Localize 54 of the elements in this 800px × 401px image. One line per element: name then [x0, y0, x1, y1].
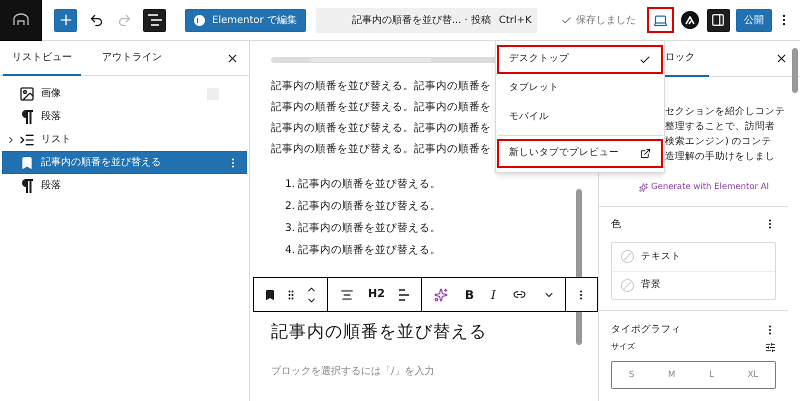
list-view-item[interactable]: 段落	[2, 174, 247, 197]
description-line: セクションを紹介しコンテ	[665, 105, 786, 118]
list-view-item[interactable]: 画像	[2, 82, 247, 105]
color-option[interactable]: テキスト	[641, 250, 681, 264]
italic-button[interactable]: I	[491, 286, 496, 304]
size-option[interactable]: M	[668, 368, 676, 382]
paragraph-text: 記事内の順番を並び替える。記事内の順番を	[271, 100, 491, 115]
list-view-item[interactable]: 段落	[2, 105, 247, 128]
description-line: 整理することで、訪問者	[665, 120, 776, 133]
paragraph-text: 記事内の順番を並び替える。記事内の順番を	[271, 142, 491, 157]
size-option[interactable]: XL	[748, 368, 758, 382]
item-label: 記事内の順番を並び替える	[41, 156, 161, 170]
color-option[interactable]: 背景	[641, 278, 661, 292]
menu-item[interactable]: 新しいタブでプレビュー	[497, 139, 663, 168]
save-status: 保存しました	[576, 14, 636, 28]
heading-text: 記事内の順番を並び替える	[271, 321, 487, 344]
list-number: 4.	[285, 243, 296, 258]
command-bar[interactable]: 記事内の順番を並び替... · 投稿 Ctrl+K	[316, 8, 537, 32]
item-label: 段落	[41, 110, 61, 124]
size-selector[interactable]: S M L XL	[611, 361, 776, 389]
list-item-text: 記事内の順番を並び替える。	[298, 243, 442, 258]
list-item-text: 記事内の順番を並び替える。	[298, 199, 442, 214]
shortcut-hint: Ctrl+K	[498, 14, 532, 28]
size-option[interactable]: S	[628, 368, 634, 382]
menu-item[interactable]: タブレット	[497, 74, 663, 103]
heading-level-button[interactable]: H2	[368, 286, 385, 303]
list-number: 2.	[285, 199, 296, 214]
list-view-item[interactable]: 記事内の順番を並び替える	[2, 151, 247, 174]
item-label: リスト	[41, 133, 71, 147]
description-line: 検索エンジン) のコンテ	[665, 135, 773, 148]
section-title: 色	[611, 218, 621, 232]
size-label: サイズ	[611, 341, 635, 353]
list-number: 3.	[285, 221, 296, 236]
ai-generate-link[interactable]: Generate with Elementor AI	[651, 181, 770, 194]
menu-item[interactable]: モバイル	[497, 103, 663, 132]
description-line: 造理解の手助けをしまし	[665, 150, 776, 163]
panel-tab[interactable]: アウトライン	[93, 40, 171, 76]
list-item-text: 記事内の順番を並び替える。	[298, 177, 442, 192]
post-title: 記事内の順番を並び替... · 投稿	[352, 14, 491, 28]
list-item-text: 記事内の順番を並び替える。	[298, 221, 442, 236]
paragraph-text: 記事内の順番を並び替える。記事内の順番を	[271, 121, 491, 136]
block-input-field[interactable]: ブロックを選択するには「/」を入力	[271, 364, 434, 379]
item-label: 段落	[41, 178, 61, 193]
panel-tab[interactable]: リストビュー	[3, 40, 81, 76]
paragraph-text: 記事内の順番を並び替える。記事内の順番を	[271, 79, 491, 94]
bold-button[interactable]: B	[464, 286, 474, 304]
size-option[interactable]: L	[709, 368, 714, 382]
elementor-edit-button[interactable]: Elementor で編集	[185, 8, 306, 32]
item-label: 画像	[41, 87, 61, 101]
menu-item[interactable]: デスクトップ	[497, 45, 663, 74]
list-number: 1.	[285, 177, 296, 192]
list-view-item[interactable]: リスト	[2, 128, 247, 151]
section-title: タイポグラフィ	[611, 322, 681, 337]
publish-button[interactable]: 公開	[736, 8, 772, 32]
